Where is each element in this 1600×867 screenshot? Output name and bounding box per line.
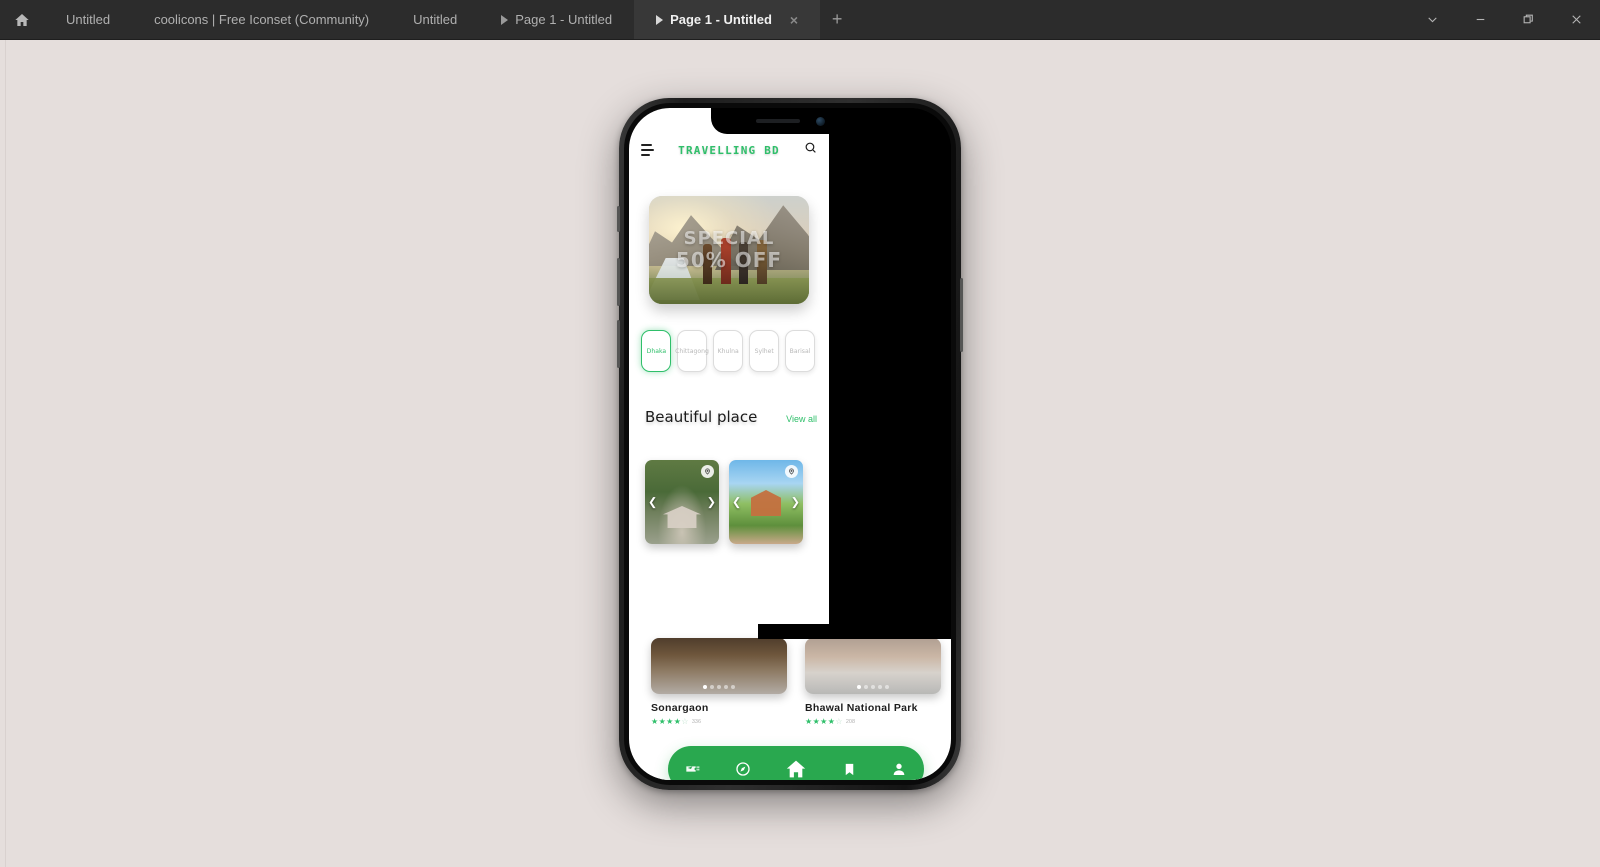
banner-line-1: SPECIAL (683, 227, 775, 249)
tab-label: Page 1 - Untitled (515, 12, 613, 27)
city-chip-chittagong[interactable]: Chittagong (675, 330, 709, 372)
location-pin-icon[interactable] (785, 465, 798, 478)
hamburger-menu-icon[interactable] (641, 144, 654, 156)
city-chip-khulna[interactable]: Khulna (713, 330, 743, 372)
view-all-link[interactable]: View all (786, 414, 817, 424)
phone-screen[interactable]: TRAVELLING BD SPECIAL 50% OFF Dhaka Chit… (629, 108, 951, 780)
bookmark-icon[interactable] (842, 762, 857, 777)
tab-page1-untitled-1[interactable]: Page 1 - Untitled (479, 0, 634, 39)
city-chip-barisal[interactable]: Barisal (785, 330, 815, 372)
app-title: TRAVELLING BD (678, 143, 780, 157)
window-controls (1408, 0, 1600, 39)
tab-untitled-1[interactable]: Untitled (44, 0, 132, 39)
place-image-row: ❮ ❯ ❮ ❯ (645, 460, 803, 544)
volume-down-button (617, 320, 620, 368)
star-rating-icon: ★★★★☆ (805, 717, 843, 726)
render-artifact-black-right (829, 108, 951, 624)
chevron-right-icon[interactable]: ❯ (791, 496, 800, 509)
render-artifact-black-strip (758, 624, 951, 639)
rating-count: 208 (845, 718, 856, 725)
chevron-down-icon[interactable] (1408, 0, 1456, 39)
window-tab-bar: Untitled coolicons | Free Iconset (Commu… (0, 0, 1600, 40)
chevron-right-icon[interactable]: ❯ (707, 496, 716, 509)
bottom-navigation-bar (668, 746, 924, 780)
place-name: Bhawal National Park (805, 702, 918, 714)
phone-notch (711, 108, 869, 134)
play-icon (656, 14, 664, 25)
star-rating-icon: ★★★★☆ (651, 717, 689, 726)
home-icon[interactable] (0, 0, 44, 39)
place-image-sonargaon[interactable]: ❮ ❯ (645, 460, 719, 544)
banner-line-2: 50% OFF (675, 247, 783, 272)
home-icon[interactable] (785, 758, 807, 780)
section-header: Beautiful place View all (645, 408, 817, 426)
minimize-icon[interactable] (1456, 0, 1504, 39)
phone-mockup: TRAVELLING BD SPECIAL 50% OFF Dhaka Chit… (617, 98, 963, 790)
new-tab-button[interactable]: + (820, 0, 854, 39)
place-rating: ★★★★☆ 336 (651, 717, 787, 726)
city-chip-list: Dhaka Chittagong Khulna Sylhet Barisal (641, 330, 821, 372)
tab-label: Untitled (413, 12, 458, 27)
play-icon (501, 14, 509, 25)
tab-coolicons[interactable]: coolicons | Free Iconset (Community) (132, 0, 391, 39)
tab-label: coolicons | Free Iconset (Community) (154, 12, 370, 27)
city-chip-sylhet[interactable]: Sylhet (749, 330, 779, 372)
tab-untitled-2[interactable]: Untitled (391, 0, 479, 39)
banner-text: SPECIAL 50% OFF (649, 196, 809, 304)
place-thumbnail[interactable] (805, 638, 941, 694)
carousel-dots[interactable] (857, 685, 889, 689)
volume-up-button (617, 258, 620, 306)
front-camera (815, 116, 825, 126)
city-chip-label: Dhaka (646, 347, 666, 355)
tab-label: Untitled (66, 12, 111, 27)
place-thumbnail[interactable] (651, 638, 787, 694)
compass-icon[interactable] (735, 761, 751, 777)
city-chip-label: Sylhet (754, 347, 774, 355)
search-icon[interactable] (804, 141, 817, 159)
tab-label: Page 1 - Untitled (670, 12, 772, 27)
app-header: TRAVELLING BD (629, 134, 829, 166)
restore-icon[interactable] (1504, 0, 1552, 39)
location-pin-icon[interactable] (701, 465, 714, 478)
chevron-left-icon[interactable]: ❮ (732, 496, 741, 509)
chevron-left-icon[interactable]: ❮ (648, 496, 657, 509)
city-chip-label: Chittagong (675, 347, 709, 355)
person-icon[interactable] (891, 761, 907, 777)
promo-banner[interactable]: SPECIAL 50% OFF (649, 196, 809, 304)
close-icon[interactable]: × (790, 13, 798, 27)
canvas-left-edge (0, 40, 6, 867)
tab-page1-untitled-active[interactable]: Page 1 - Untitled × (634, 0, 821, 39)
design-canvas[interactable]: TRAVELLING BD SPECIAL 50% OFF Dhaka Chit… (0, 40, 1600, 867)
city-chip-dhaka[interactable]: Dhaka (641, 330, 671, 372)
ticket-icon[interactable] (685, 761, 701, 777)
silent-switch (617, 206, 620, 232)
close-icon[interactable] (1552, 0, 1600, 39)
tab-strip: Untitled coolicons | Free Iconset (Commu… (44, 0, 1408, 39)
earpiece-speaker (755, 119, 800, 123)
place-rating: ★★★★☆ 208 (805, 717, 941, 726)
city-chip-label: Barisal (789, 347, 811, 355)
place-name: Sonargaon (651, 702, 709, 714)
carousel-dots[interactable] (703, 685, 735, 689)
section-title: Beautiful place (645, 408, 758, 426)
place-image-bhawal[interactable]: ❮ ❯ (729, 460, 803, 544)
rating-count: 336 (691, 718, 702, 725)
city-chip-label: Khulna (717, 347, 739, 355)
power-button (960, 278, 963, 352)
